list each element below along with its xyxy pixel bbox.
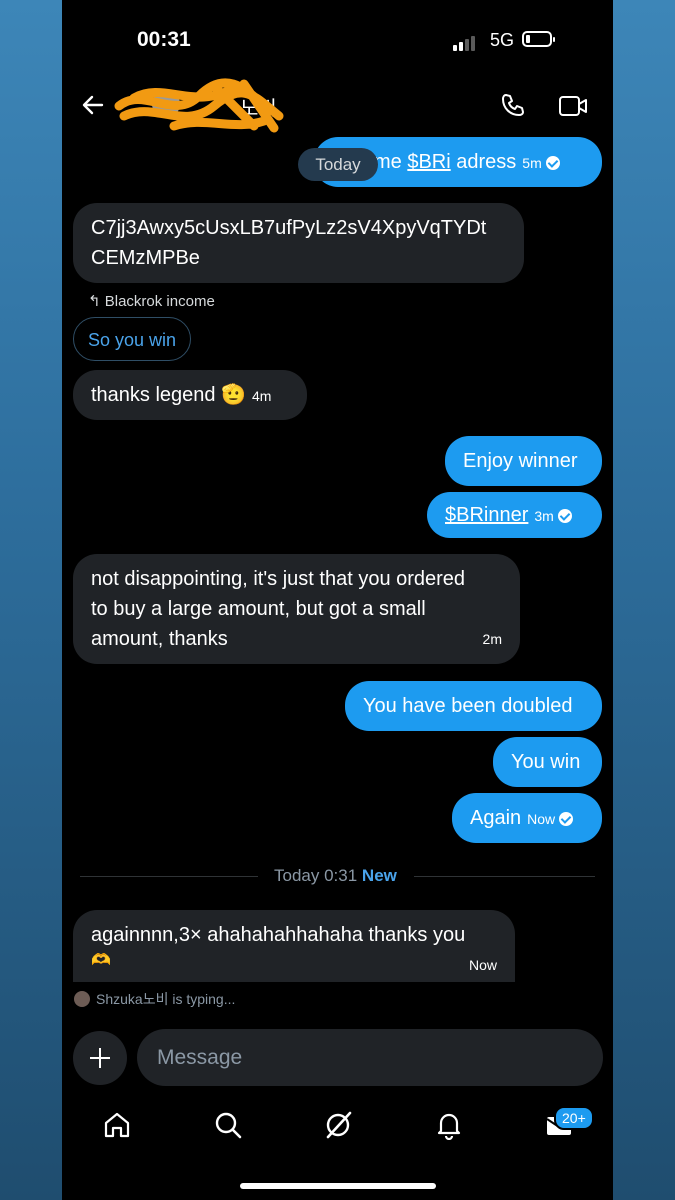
network-label: 5G <box>490 30 515 50</box>
read-check-icon <box>545 155 560 170</box>
redaction-scribble <box>114 78 284 133</box>
new-messages-divider: Today 0:31 New <box>80 866 595 886</box>
notifications-bell-icon[interactable] <box>434 1110 464 1140</box>
search-icon[interactable] <box>213 1110 243 1140</box>
message-input[interactable] <box>137 1029 603 1086</box>
message-outgoing[interactable]: $BRinner 3m <box>427 492 602 538</box>
signal-icon <box>453 36 475 51</box>
message-incoming[interactable]: thanks legend 🫡 4m <box>73 370 307 420</box>
date-pill: Today <box>298 148 378 181</box>
video-call-icon[interactable] <box>558 94 588 118</box>
emoji: 🫡 <box>221 384 247 406</box>
reply-context: ↰ Blackrok income <box>88 293 215 310</box>
home-indicator[interactable] <box>240 1183 436 1189</box>
add-attachment-button[interactable] <box>73 1031 127 1085</box>
battery-icon <box>522 31 555 47</box>
avatar <box>74 991 90 1007</box>
message-outgoing[interactable]: You win <box>493 737 602 787</box>
status-time: 00:31 <box>137 28 191 51</box>
unread-badge: 20+ <box>554 1106 594 1130</box>
message-incoming[interactable]: not disappointing, it's just that you or… <box>73 554 520 664</box>
emoji: 🫶 <box>91 952 111 969</box>
message-incoming[interactable]: C7jj3Awxy5cUsxLB7ufPyLz2sV4XpyVqTYDt CEM… <box>73 203 524 283</box>
reply-arrow-icon: ↰ <box>88 293 101 310</box>
cashtag-link[interactable]: $BRi <box>407 151 450 173</box>
message-incoming[interactable]: againnnn,3× ahahahahhahaha thanks you 🫶 … <box>73 910 515 982</box>
message-outgoing[interactable]: You have been doubled <box>345 681 602 731</box>
message-outgoing[interactable]: Enjoy winner <box>445 436 602 486</box>
read-check-icon <box>559 811 574 826</box>
phone-screen: 00:31 5G 노비 me $BRi adress 5m Today C7jj3… <box>62 0 613 1200</box>
message-outgoing[interactable]: Again Now <box>452 793 602 843</box>
cashtag-link[interactable]: $BRinner <box>445 504 528 526</box>
typing-indicator: Shzuka노비 is typing... <box>74 989 235 1009</box>
home-icon[interactable] <box>102 1110 132 1140</box>
phone-call-icon[interactable] <box>500 92 526 118</box>
back-arrow-icon[interactable] <box>80 92 106 118</box>
read-check-icon <box>557 508 572 523</box>
grok-icon[interactable] <box>323 1110 353 1140</box>
quoted-message[interactable]: So you win <box>73 317 191 361</box>
